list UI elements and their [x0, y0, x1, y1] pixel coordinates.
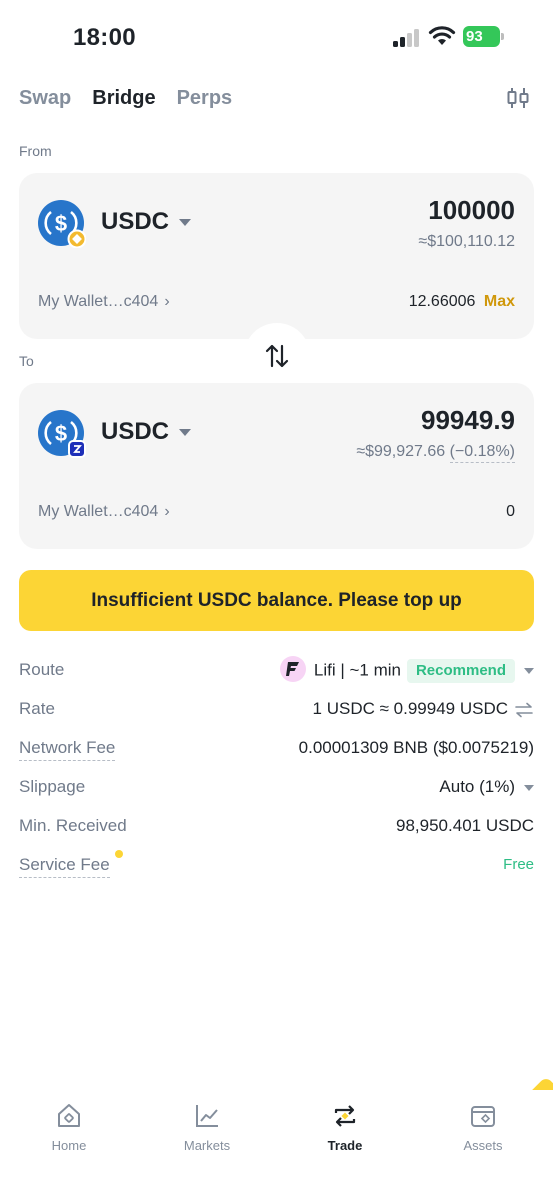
to-label: To [19, 353, 34, 369]
to-balance: 0 [506, 503, 515, 520]
rate-value: 1 USDC ≈ 0.99949 USDC [313, 697, 534, 721]
trade-mode-tabs: Swap Bridge Perps [19, 85, 253, 113]
min-received-label: Min. Received [19, 816, 127, 835]
service-fee-label[interactable]: Service Fee [19, 853, 110, 878]
from-usd-value: ≈$100,110.12 [418, 233, 515, 250]
to-amount: 99949.9 [421, 405, 515, 435]
service-fee-row: Service Fee Free [19, 850, 534, 879]
status-time: 18:00 [73, 24, 136, 51]
from-balance: 12.66006 Max [409, 293, 515, 311]
status-bar: 18:00 93 [0, 0, 553, 72]
to-card: $ USDC 99949.9 ≈$99,927.66 (−0.18%) My W… [19, 383, 534, 549]
nav-assets-label: Assets [463, 1138, 503, 1153]
to-wallet-selector[interactable]: My Wallet…c404 › [38, 503, 170, 521]
trade-icon [334, 1105, 356, 1127]
min-received-value: 98,950.401 USDC [396, 816, 534, 835]
from-label: From [19, 143, 52, 159]
from-token-caret-icon[interactable] [179, 219, 191, 226]
tab-bridge[interactable]: Bridge [92, 85, 155, 113]
rate-row: Rate 1 USDC ≈ 0.99949 USDC [19, 697, 534, 723]
min-received-row: Min. Received 98,950.401 USDC [19, 814, 534, 840]
max-button[interactable]: Max [484, 293, 515, 310]
nav-home[interactable]: Home [19, 1102, 119, 1162]
from-token-name[interactable]: USDC [101, 208, 169, 236]
from-wallet-label: My Wallet…c404 [38, 293, 159, 310]
service-fee-value: Free [503, 856, 534, 873]
rate-label: Rate [19, 699, 55, 718]
route-label: Route [19, 660, 65, 679]
lifi-logo-icon [279, 656, 306, 682]
from-wallet-selector[interactable]: My Wallet…c404 › [38, 293, 170, 311]
slippage-text: Auto (1%) [439, 777, 515, 796]
to-usd-amount: ≈$99,927.66 [356, 443, 446, 460]
route-row[interactable]: Route Lifi | ~1 min Recommend [19, 656, 534, 684]
slippage-row[interactable]: Slippage Auto (1%) [19, 775, 534, 801]
nav-markets[interactable]: Markets [157, 1102, 257, 1162]
notification-dot [115, 850, 123, 858]
assets-icon [471, 1106, 495, 1127]
to-wallet-label: My Wallet…c404 [38, 503, 159, 520]
nav-home-label: Home [51, 1138, 87, 1153]
rate-text: 1 USDC ≈ 0.99949 USDC [312, 699, 508, 718]
tab-perps[interactable]: Perps [177, 85, 233, 113]
chevron-down-icon[interactable] [524, 668, 534, 674]
nav-trade-label: Trade [327, 1138, 363, 1153]
usdc-token-icon[interactable]: $ [38, 410, 86, 458]
battery-indicator: 93 [463, 26, 505, 47]
price-impact[interactable]: (−0.18%) [449, 443, 515, 463]
network-fee-label[interactable]: Network Fee [19, 736, 116, 761]
to-token-name[interactable]: USDC [101, 418, 169, 446]
battery-level: 93 [466, 28, 483, 45]
slippage-value[interactable]: Auto (1%) [439, 775, 534, 799]
candlestick-chart-icon[interactable] [506, 86, 530, 110]
route-value[interactable]: Lifi | ~1 min Recommend [279, 656, 534, 684]
markets-icon [196, 1105, 218, 1127]
svg-text:$: $ [55, 421, 67, 446]
bottom-navigation: Home Markets Trade Assets [0, 1090, 553, 1200]
to-usd-value: ≈$99,927.66 (−0.18%) [356, 443, 515, 463]
recommend-badge: Recommend [406, 659, 515, 684]
cellular-signal-icon [393, 29, 419, 47]
from-amount-input[interactable]: 100000 [428, 195, 515, 226]
chevron-down-icon[interactable] [524, 784, 534, 791]
route-provider: Lifi | ~1 min [313, 660, 401, 680]
svg-text:$: $ [55, 211, 67, 236]
chevron-right-icon: › [164, 293, 170, 310]
network-fee-value: 0.00001309 BNB ($0.0075219) [298, 738, 534, 757]
nav-trade[interactable]: Trade [295, 1102, 395, 1162]
nav-markets-label: Markets [183, 1138, 231, 1153]
to-token-caret-icon[interactable] [179, 429, 191, 436]
wifi-icon [428, 26, 456, 45]
from-balance-value: 12.66006 [408, 293, 476, 310]
nav-assets[interactable]: Assets [433, 1102, 533, 1162]
slippage-label: Slippage [19, 777, 86, 796]
swap-direction-button[interactable] [244, 323, 310, 389]
home-icon [58, 1104, 80, 1127]
chevron-right-icon: › [164, 503, 170, 520]
top-up-button[interactable]: Insufficient USDC balance. Please top up [19, 570, 534, 631]
network-fee-row: Network Fee 0.00001309 BNB ($0.0075219) [19, 736, 534, 762]
from-card: $ USDC 100000 ≈$100,110.12 My Wallet…c40… [19, 173, 534, 339]
usdc-token-icon[interactable]: $ [38, 200, 86, 248]
rate-swap-icon[interactable] [514, 702, 534, 718]
swap-arrows-icon [265, 344, 289, 368]
tab-swap[interactable]: Swap [19, 85, 71, 113]
